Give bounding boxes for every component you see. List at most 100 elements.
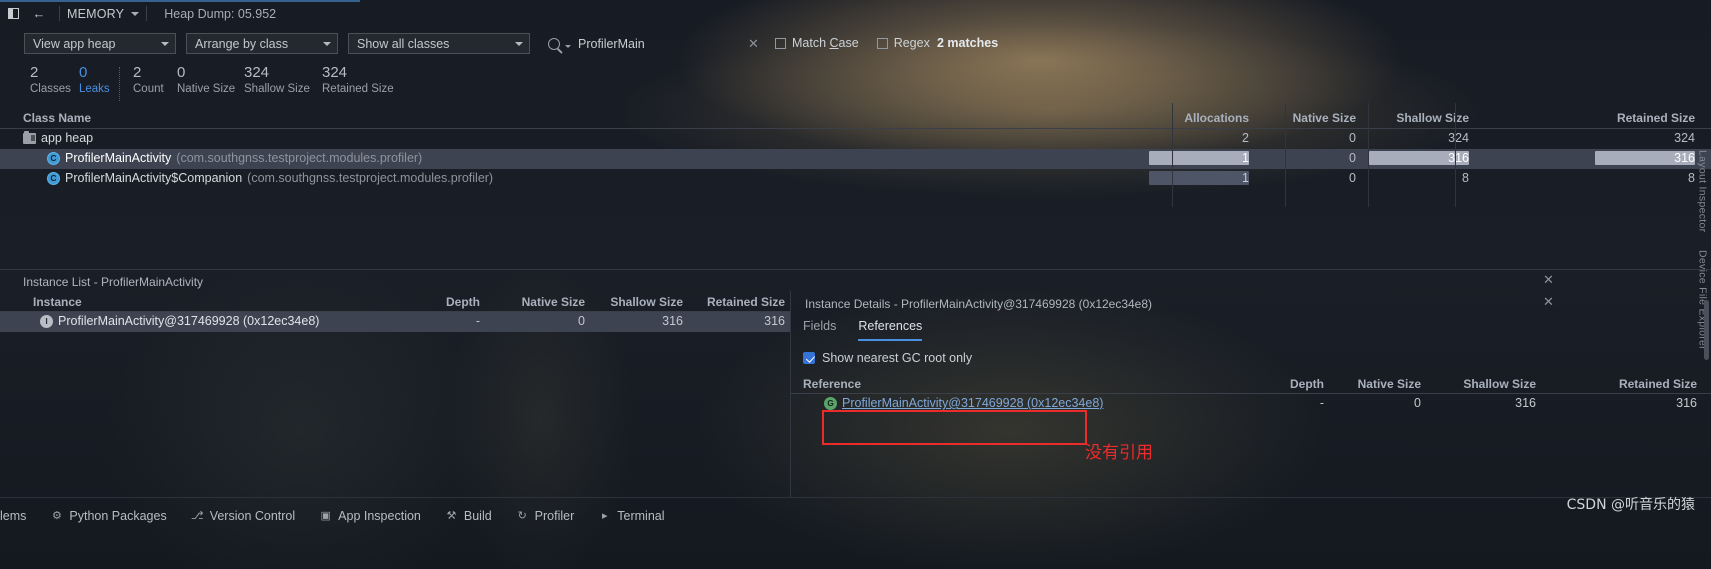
column-header-retained-size[interactable]: Retained Size bbox=[1617, 111, 1695, 125]
column-header-native-size[interactable]: Native Size bbox=[1293, 111, 1356, 125]
stat-leaks[interactable]: 0 Leaks bbox=[79, 63, 110, 97]
column-header-depth[interactable]: Depth bbox=[446, 295, 480, 309]
cell-shallow-size: 316 bbox=[662, 314, 683, 328]
stat-native-size: 0 Native Size bbox=[177, 63, 235, 97]
bottom-item-profiler[interactable]: ↻ Profiler bbox=[516, 498, 575, 534]
cell-allocations: 2 bbox=[1242, 131, 1249, 145]
class-row-name: C ProfilerMainActivity (com.southgnss.te… bbox=[47, 151, 422, 165]
stat-count: 2 Count bbox=[133, 63, 164, 97]
tab-fields[interactable]: Fields bbox=[803, 319, 836, 341]
class-row-label: app heap bbox=[41, 131, 94, 145]
cell-shallow-size: 324 bbox=[1448, 131, 1469, 145]
class-icon: C bbox=[47, 151, 60, 165]
class-row-label: ProfilerMainActivity bbox=[65, 151, 172, 165]
chevron-down-icon bbox=[515, 41, 523, 46]
gc-root-option[interactable]: Show nearest GC root only bbox=[803, 351, 972, 365]
gcroot-icon: G bbox=[824, 396, 837, 410]
stat-shallow-size-value: 324 bbox=[244, 64, 270, 81]
profiler-top-bar: ← MEMORY Heap Dump: 05.952 bbox=[0, 0, 1711, 27]
cell-native-size: 0 bbox=[1349, 151, 1356, 165]
gc-root-label: Show nearest GC root only bbox=[822, 351, 973, 365]
tab-references[interactable]: References bbox=[858, 319, 923, 341]
reference-table-header: Reference Depth Native Size Shallow Size… bbox=[791, 373, 1711, 394]
back-arrow-icon[interactable]: ← bbox=[26, 0, 52, 27]
clear-icon[interactable]: ✕ bbox=[748, 36, 759, 52]
chevron-down-icon bbox=[565, 44, 571, 48]
build-icon: ⚒ bbox=[446, 510, 457, 522]
instance-list-header: Instance Depth Native Size Shallow Size … bbox=[0, 291, 790, 312]
cell-retained-size: 324 bbox=[1674, 131, 1695, 145]
search-options: Match Case Regex bbox=[775, 36, 930, 50]
annotation-box bbox=[822, 410, 1087, 445]
column-header-class-name[interactable]: Class Name bbox=[23, 111, 91, 125]
column-header-retained-size[interactable]: Retained Size bbox=[707, 295, 785, 309]
bottom-item-terminal[interactable]: ▸ Terminal bbox=[598, 498, 665, 534]
close-icon[interactable]: ✕ bbox=[1543, 294, 1554, 310]
search-value: ProfilerMain bbox=[578, 36, 645, 51]
regex-label: Regex bbox=[893, 36, 930, 50]
cell-native-size: 0 bbox=[578, 314, 585, 328]
regex-checkbox[interactable] bbox=[876, 37, 888, 49]
bottom-item-version-control[interactable]: ⎇ Version Control bbox=[191, 498, 295, 534]
arrange-by-dropdown[interactable]: Arrange by class bbox=[186, 33, 338, 54]
chevron-down-icon bbox=[131, 11, 140, 16]
column-header-native-size[interactable]: Native Size bbox=[522, 295, 585, 309]
show-classes-value: Show all classes bbox=[357, 36, 450, 51]
column-header-native-size[interactable]: Native Size bbox=[1358, 377, 1421, 391]
match-case-checkbox[interactable] bbox=[775, 37, 786, 49]
class-row-name: C ProfilerMainActivity$Companion (com.so… bbox=[47, 171, 493, 185]
cell-native-size: 0 bbox=[1349, 171, 1356, 185]
column-header-shallow-size[interactable]: Shallow Size bbox=[1463, 377, 1536, 391]
stat-retained-size: 324 Retained Size bbox=[322, 63, 394, 97]
chevron-down-icon bbox=[161, 41, 169, 46]
bottom-item-app-inspection[interactable]: ▣ App Inspection bbox=[319, 498, 420, 534]
column-header-allocations[interactable]: Allocations bbox=[1184, 111, 1249, 125]
bottom-tool-window-bar: lems ⚙ Python Packages ⎇ Version Control… bbox=[0, 497, 1711, 533]
show-classes-dropdown[interactable]: Show all classes bbox=[348, 33, 530, 54]
column-header-depth[interactable]: Depth bbox=[1290, 377, 1324, 391]
column-header-shallow-size[interactable]: Shallow Size bbox=[610, 295, 683, 309]
terminal-icon: ▸ bbox=[602, 510, 608, 522]
profiler-icon: ↻ bbox=[517, 510, 527, 522]
column-separator bbox=[1368, 103, 1369, 207]
vertical-scrollbar[interactable] bbox=[1704, 300, 1709, 360]
horizontal-splitter[interactable] bbox=[0, 269, 1711, 270]
stat-retained-size-label: Retained Size bbox=[322, 83, 394, 95]
column-header-instance[interactable]: Instance bbox=[33, 295, 82, 309]
gc-root-checkbox[interactable] bbox=[803, 352, 815, 364]
memory-session-label: MEMORY bbox=[67, 6, 125, 21]
table-row[interactable]: I ProfilerMainActivity@317469928 (0x12ec… bbox=[0, 312, 790, 332]
stat-retained-size-value: 324 bbox=[322, 64, 348, 81]
close-icon[interactable]: ✕ bbox=[1543, 272, 1554, 288]
bottom-item-build[interactable]: ⚒ Build bbox=[445, 498, 491, 534]
tool-layout-inspector[interactable]: Layout Inspector bbox=[1697, 150, 1709, 232]
view-heap-dropdown[interactable]: View app heap bbox=[24, 33, 176, 54]
android-studio-memory-profiler: ← MEMORY Heap Dump: 05.952 View app heap… bbox=[0, 0, 1711, 569]
bottom-item-python-packages[interactable]: ⚙ Python Packages bbox=[50, 498, 167, 534]
match-count-label: 2 matches bbox=[937, 36, 999, 50]
active-tab-accent bbox=[0, 0, 360, 2]
bottom-item-problems[interactable]: lems bbox=[0, 498, 26, 534]
stat-native-size-value: 0 bbox=[177, 64, 186, 81]
cell-retained-size: 316 bbox=[1676, 396, 1697, 410]
cell-shallow-size: 316 bbox=[1515, 396, 1536, 410]
column-header-retained-size[interactable]: Retained Size bbox=[1619, 377, 1697, 391]
instance-list-title: Instance List - ProfilerMainActivity bbox=[23, 275, 204, 289]
annotation-text: 没有引用 bbox=[1085, 443, 1153, 463]
search-input[interactable]: ProfilerMain bbox=[548, 33, 758, 54]
memory-session-dropdown[interactable]: MEMORY bbox=[67, 6, 140, 21]
panel-toggle-icon[interactable] bbox=[0, 0, 26, 27]
column-header-shallow-size[interactable]: Shallow Size bbox=[1396, 111, 1469, 125]
column-header-reference[interactable]: Reference bbox=[803, 377, 861, 391]
reference-row-link[interactable]: ProfilerMainActivity@317469928 (0x12ec34… bbox=[842, 396, 1103, 410]
cell-retained-size: 316 bbox=[764, 314, 785, 328]
chevron-down-icon bbox=[323, 41, 331, 46]
stats-divider bbox=[119, 67, 120, 101]
stat-classes-value: 2 bbox=[30, 64, 39, 81]
bottom-item-label: Version Control bbox=[209, 508, 296, 523]
search-icon bbox=[548, 37, 560, 50]
python-packages-icon: ⚙ bbox=[51, 510, 62, 522]
stat-native-size-label: Native Size bbox=[177, 83, 236, 95]
cell-allocations: 1 bbox=[1149, 171, 1249, 185]
bottom-item-label: Python Packages bbox=[69, 508, 167, 523]
